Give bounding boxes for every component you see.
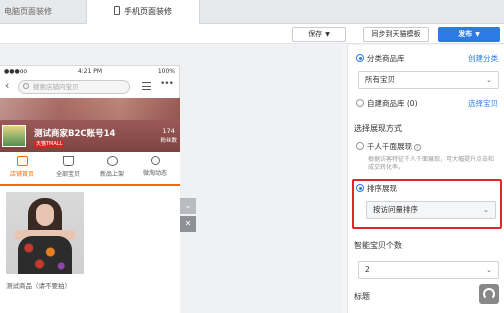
save-label: 保存	[308, 30, 323, 38]
photo-face	[36, 204, 54, 226]
chat-icon	[106, 156, 118, 166]
smart-count-select[interactable]: 2 ⌄	[358, 261, 499, 279]
toolbar: 保存 ▼ 同步到天猫模板 发布 ▼	[0, 24, 504, 44]
shop-icon	[16, 156, 28, 166]
publish-label: 发布	[458, 30, 473, 38]
radio-label: 分类商品库	[367, 54, 405, 63]
phone-preview: ●●●oo 4:21 PM 100% ‹ 搜索店铺内宝贝 ••• 测试商家B2C…	[0, 65, 180, 313]
sync-tmall-button[interactable]: 同步到天猫模板	[363, 27, 429, 42]
nav-new-arrivals[interactable]: 新品上架	[94, 156, 130, 178]
create-category-link[interactable]: 创建分类	[468, 53, 498, 65]
banner-background	[0, 98, 180, 120]
phone-icon	[114, 6, 120, 15]
chevron-down-icon: ▼	[325, 31, 330, 38]
product-name: 测试商品（请不要拍）	[6, 282, 71, 290]
radio-label: 千人千面展现	[367, 142, 412, 151]
nav-label: 微淘动态	[142, 170, 167, 177]
fans-counter: 174 粉丝数	[160, 127, 177, 144]
title-label: 标题	[354, 292, 370, 301]
smart-count-title: 智能宝贝个数	[354, 241, 402, 250]
module-side-controls: ⌄ ✕	[180, 198, 196, 234]
shop-search-input[interactable]: 搜索店铺内宝贝	[18, 80, 130, 94]
nav-weitao-feed[interactable]: 微淘动态	[137, 156, 173, 177]
headset-icon	[483, 288, 495, 300]
category-lib-radio[interactable]: 分类商品库	[356, 53, 405, 65]
shop-name: 测试商家B2C账号14	[34, 129, 116, 139]
chevron-down-icon: ⌄	[486, 266, 492, 274]
nav-label: 全部宝贝	[55, 171, 80, 178]
status-time: 4:21 PM	[77, 68, 103, 75]
move-down-icon[interactable]: ⌄	[180, 198, 196, 214]
chevron-down-icon: ▼	[475, 31, 480, 38]
close-icon[interactable]: ✕	[180, 216, 196, 232]
preview-canvas: ●●●oo 4:21 PM 100% ‹ 搜索店铺内宝贝 ••• 测试商家B2C…	[0, 45, 342, 313]
nav-all-items[interactable]: 全部宝贝	[50, 156, 86, 178]
product-image[interactable]	[6, 192, 84, 274]
cart-icon	[62, 156, 74, 166]
phone-status-bar: ●●●oo 4:21 PM 100%	[0, 66, 179, 78]
nav-label: 店铺首页	[9, 171, 34, 178]
display-mode-title: 选择展现方式	[354, 124, 402, 133]
photo-dress	[18, 236, 72, 274]
personalized-radio[interactable]: 千人千面展现 i	[356, 141, 421, 153]
category-select[interactable]: 所有宝贝 ⌄	[358, 71, 499, 89]
category-select-value: 所有宝贝	[365, 75, 395, 84]
product-module[interactable]: 测试商品（请不要拍）	[0, 186, 180, 313]
shop-logo	[2, 125, 26, 147]
radio-selected-icon	[356, 54, 364, 62]
tab-mobile-label: 手机页面装修	[124, 7, 172, 16]
broadcast-icon	[150, 156, 160, 165]
custom-lib-radio[interactable]: 自建商品库 (0)	[356, 98, 418, 110]
search-icon	[23, 83, 29, 89]
more-dots-icon[interactable]: •••	[160, 79, 174, 89]
save-button[interactable]: 保存 ▼	[292, 27, 346, 42]
radio-label: 自建商品库 (0)	[367, 99, 418, 108]
smart-count-value: 2	[365, 265, 370, 274]
phone-search-row: ‹ 搜索店铺内宝贝 •••	[0, 78, 179, 96]
tab-pc-decoration[interactable]: 电脑页面装修	[0, 0, 86, 24]
category-menu-icon[interactable]	[142, 82, 151, 90]
battery-level: 100%	[157, 68, 175, 75]
customer-service-button[interactable]	[479, 284, 499, 304]
search-placeholder: 搜索店铺内宝贝	[33, 83, 79, 91]
info-icon[interactable]: i	[414, 144, 421, 151]
select-goods-link[interactable]: 选择宝贝	[468, 98, 498, 110]
fans-label: 粉丝数	[160, 138, 177, 144]
fans-count: 174	[162, 127, 175, 135]
top-tab-bar: 电脑页面装修 手机页面装修	[0, 0, 504, 24]
nav-label: 新品上架	[99, 171, 124, 178]
radio-unselected-icon	[356, 142, 364, 150]
personalized-help-text: 根据访客特征千人千面展现，可大幅提升点击和成交转化率。	[368, 156, 495, 171]
chevron-down-icon: ⌄	[486, 76, 492, 84]
tmall-badge: 天猫TMALL	[34, 141, 65, 148]
publish-button[interactable]: 发布 ▼	[438, 27, 500, 42]
shop-banner[interactable]: 测试商家B2C账号14 天猫TMALL 174 粉丝数	[0, 98, 180, 152]
tab-mobile-decoration[interactable]: 手机页面装修	[86, 0, 200, 24]
back-arrow-icon[interactable]: ‹	[5, 79, 9, 92]
radio-unselected-icon	[356, 99, 364, 107]
shop-nav-row: 店铺首页 全部宝贝 新品上架 微淘动态	[0, 152, 180, 184]
highlight-box	[352, 179, 502, 229]
nav-shop-home[interactable]: 店铺首页	[4, 156, 40, 178]
